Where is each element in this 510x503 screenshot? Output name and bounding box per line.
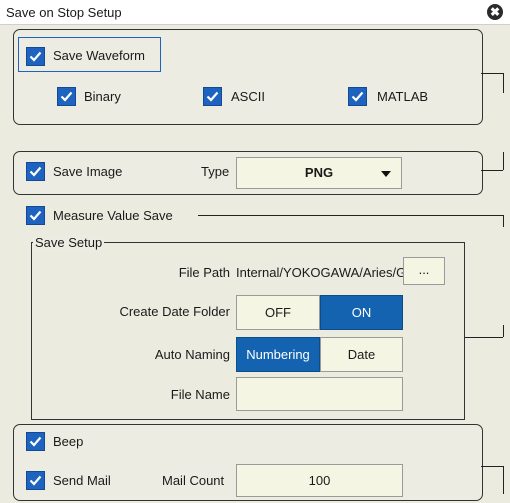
leader-tick <box>503 215 504 227</box>
leader-tick <box>503 152 504 170</box>
file-name-label: File Name <box>170 387 230 402</box>
image-type-value: PNG <box>304 165 334 180</box>
ascii-label: ASCII <box>231 89 265 104</box>
image-type-label: Type <box>201 164 230 179</box>
image-type-dropdown[interactable]: PNG <box>236 157 402 189</box>
window-title: Save on Stop Setup <box>6 5 122 20</box>
checkmark-icon <box>29 51 42 62</box>
checkmark-icon <box>206 91 219 102</box>
checkmark-icon <box>29 436 42 447</box>
checkmark-icon <box>29 475 42 486</box>
browse-button[interactable]: ... <box>403 257 445 285</box>
save-setup-legend: Save Setup <box>33 235 105 250</box>
beep-checkbox[interactable] <box>26 432 45 451</box>
auto-naming-label: Auto Naming <box>154 347 230 362</box>
leader-line <box>465 337 503 338</box>
binary-label: Binary <box>84 89 121 104</box>
matlab-checkbox[interactable] <box>348 87 367 106</box>
mail-count-label: Mail Count <box>162 473 225 488</box>
create-date-folder-on-button[interactable]: ON <box>320 295 403 330</box>
matlab-label: MATLAB <box>377 89 429 104</box>
checkmark-icon <box>29 210 42 221</box>
leader-line <box>481 73 503 74</box>
close-icon[interactable]: ✖ <box>487 4 503 20</box>
checkmark-icon <box>60 91 73 102</box>
leader-tick <box>503 325 504 337</box>
measure-value-save-label: Measure Value Save <box>53 208 173 223</box>
ascii-checkbox[interactable] <box>203 87 222 106</box>
save-image-checkbox[interactable] <box>26 162 45 181</box>
auto-naming-numbering-button[interactable]: Numbering <box>236 337 320 372</box>
leader-tick <box>503 466 504 494</box>
send-mail-checkbox[interactable] <box>26 471 45 490</box>
save-waveform-label: Save Waveform <box>53 48 145 63</box>
mail-count-input[interactable]: 100 <box>236 464 403 497</box>
create-date-folder-off-button[interactable]: OFF <box>236 295 320 330</box>
leader-line <box>481 466 503 467</box>
leader-line <box>481 170 503 171</box>
file-path-label: File Path <box>178 265 230 280</box>
save-waveform-checkbox[interactable] <box>26 47 45 66</box>
checkmark-icon <box>351 91 364 102</box>
auto-naming-date-button[interactable]: Date <box>320 337 403 372</box>
measure-value-save-checkbox[interactable] <box>26 206 45 225</box>
leader-tick <box>503 73 504 93</box>
file-name-input[interactable] <box>236 377 403 411</box>
leader-line <box>198 215 503 216</box>
binary-checkbox[interactable] <box>57 87 76 106</box>
dropdown-arrow-icon <box>381 171 391 177</box>
create-date-folder-label: Create Date Folder <box>119 304 230 319</box>
checkmark-icon <box>29 166 42 177</box>
send-mail-label: Send Mail <box>53 473 111 488</box>
save-image-label: Save Image <box>53 164 123 179</box>
beep-label: Beep <box>53 434 84 449</box>
